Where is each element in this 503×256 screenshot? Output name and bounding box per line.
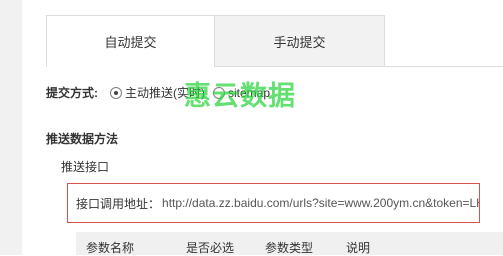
- section-subtitle: 推送接口: [61, 160, 110, 174]
- api-endpoint-url[interactable]: http://data.zz.baidu.com/urls?site=www.2…: [162, 196, 479, 210]
- params-table-header: 参数名称 是否必选 参数类型 说明: [76, 232, 503, 255]
- api-endpoint-box: 接口调用地址： http://data.zz.baidu.com/urls?si…: [67, 183, 480, 223]
- radio-checked-icon[interactable]: [110, 86, 122, 99]
- left-gutter: [0, 0, 22, 255]
- watermark-logo: 惠云数据: [184, 81, 296, 112]
- tab-divider: [215, 66, 503, 67]
- column-header-param-name: 参数名称: [86, 241, 135, 255]
- api-endpoint-label: 接口调用地址：: [76, 196, 161, 211]
- submit-method-label: 提交方式:: [46, 86, 98, 100]
- section-title: 推送数据方法: [46, 132, 119, 146]
- column-header-description: 说明: [346, 241, 371, 255]
- tab-manual-submit[interactable]: 手动提交: [215, 15, 385, 67]
- column-header-param-type: 参数类型: [265, 241, 314, 255]
- column-header-required: 是否必选: [186, 241, 235, 255]
- tab-auto-submit[interactable]: 自动提交: [46, 15, 215, 67]
- submit-tabs: 自动提交 手动提交: [46, 15, 385, 67]
